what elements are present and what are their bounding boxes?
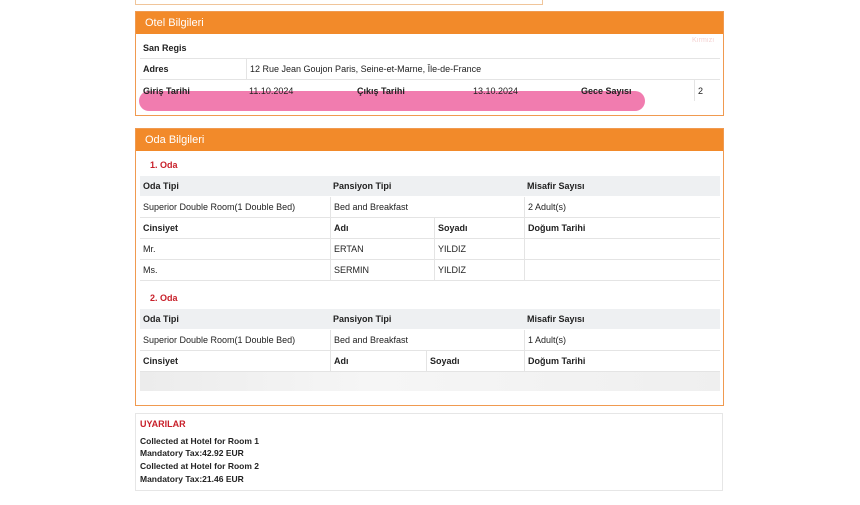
room-1-guest-header-row: Cinsiyet Adı Soyadı Doğum Tarihi	[140, 218, 720, 239]
room-1-type-header-row: Oda Tipi Pansiyon Tipi Misafir Sayısı	[140, 176, 720, 196]
warning-line: Collected at Hotel for Room 1	[140, 436, 260, 446]
checkout-value: 13.10.2024	[473, 85, 519, 96]
warning-line: Mandatory Tax:21.46 EUR	[140, 474, 244, 484]
board-header: Pansiyon Tipi	[333, 314, 392, 324]
board-header: Pansiyon Tipi	[333, 181, 392, 191]
warning-line: Mandatory Tax:42.92 EUR	[140, 448, 244, 458]
guests-value: 2 Adult(s)	[524, 197, 720, 217]
room-info-panel: Oda Bilgileri 1. Oda Oda Tipi Pansiyon T…	[135, 128, 724, 406]
guest-gender: Mr.	[143, 244, 156, 254]
room-type-header: Oda Tipi	[143, 181, 179, 191]
first-name-header: Adı	[330, 218, 434, 238]
room-2-type-row: Superior Double Room(1 Double Bed) Bed a…	[140, 330, 720, 351]
hotel-name: San Regis	[143, 43, 187, 53]
dates-row: Giriş Tarihi 11.10.2024 Çıkış Tarihi 13.…	[140, 80, 720, 101]
hotel-info-panel: Otel Bilgileri Kırmızı San Regis Adres 1…	[135, 11, 724, 116]
address-row: Adres 12 Rue Jean Goujon Paris, Seine-et…	[140, 59, 720, 80]
address-value: 12 Rue Jean Goujon Paris, Seine-et-Marne…	[246, 59, 720, 79]
checkin-label: Giriş Tarihi	[143, 85, 190, 96]
last-name-header: Soyadı	[426, 351, 524, 371]
guest-first-name: ERTAN	[330, 239, 434, 259]
dob-header: Doğum Tarihi	[524, 218, 720, 238]
last-name-header: Soyadı	[434, 218, 524, 238]
gender-header: Cinsiyet	[143, 356, 179, 366]
guests-value: 1 Adult(s)	[524, 330, 720, 350]
checkin-value: 11.10.2024	[249, 85, 294, 96]
hotel-name-row: San Regis	[140, 38, 720, 59]
guest-gender: Ms.	[143, 265, 158, 275]
guest-last-name: YILDIZ	[434, 239, 524, 259]
board-value: Bed and Breakfast	[330, 330, 524, 350]
hotel-info-heading: Otel Bilgileri	[136, 12, 723, 34]
warnings-title: UYARILAR	[140, 419, 186, 429]
room-1-type-row: Superior Double Room(1 Double Bed) Bed a…	[140, 197, 720, 218]
guests-header: Misafir Sayısı	[527, 181, 585, 191]
guest-row: Ms. SERMIN YILDIZ	[140, 260, 720, 281]
room-type-header: Oda Tipi	[143, 314, 179, 324]
warnings-box: UYARILAR Collected at Hotel for Room 1 M…	[135, 413, 723, 491]
previous-section-bottom	[135, 0, 543, 5]
room-2-type-header-row: Oda Tipi Pansiyon Tipi Misafir Sayısı	[140, 309, 720, 329]
warning-line: Collected at Hotel for Room 2	[140, 461, 260, 471]
nights-value: 2	[694, 80, 720, 101]
board-value: Bed and Breakfast	[330, 197, 524, 217]
guests-header: Misafir Sayısı	[527, 314, 585, 324]
room-info-heading: Oda Bilgileri	[136, 129, 723, 151]
gender-header: Cinsiyet	[143, 223, 179, 233]
guest-first-name: SERMIN	[330, 260, 434, 280]
guest-last-name: YILDIZ	[434, 260, 524, 280]
guest-row: Mr. ERTAN YILDIZ	[140, 239, 720, 260]
dob-header: Doğum Tarihi	[524, 351, 720, 371]
room-type-value: Superior Double Room(1 Double Bed)	[143, 335, 296, 345]
guest-dob	[524, 239, 720, 259]
room-2-guest-header-row: Cinsiyet Adı Soyadı Doğum Tarihi	[140, 351, 720, 372]
room-1-title: 1. Oda	[150, 160, 178, 170]
checkout-label: Çıkış Tarihi	[357, 85, 405, 96]
room-2-title: 2. Oda	[150, 293, 178, 303]
redacted-guest-row	[140, 372, 720, 391]
address-label: Adres	[143, 64, 169, 74]
first-name-header: Adı	[330, 351, 426, 371]
nights-label: Gece Sayısı	[581, 85, 632, 96]
room-type-value: Superior Double Room(1 Double Bed)	[143, 202, 296, 212]
guest-dob	[524, 260, 720, 280]
